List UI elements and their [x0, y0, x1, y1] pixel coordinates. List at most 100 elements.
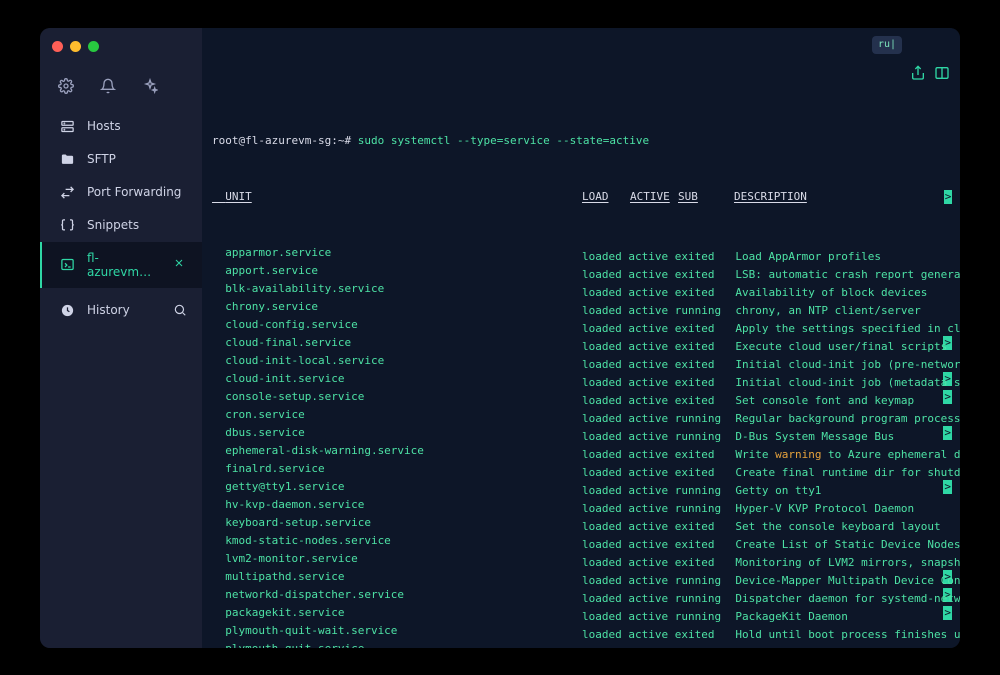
sub-cell: running [675, 430, 729, 444]
desc-cell: Load AppArmor profiles [729, 250, 881, 263]
active-cell: active [628, 484, 674, 497]
sub-cell: exited [675, 250, 729, 264]
desc-cell: Dispatcher daemon for systemd-network [729, 592, 960, 605]
unit-cell: lvm2-monitor.service [212, 552, 582, 566]
service-row: cloud-final.serviceloaded active exited … [212, 336, 952, 354]
sidebar-item-label: fl-azurevm… [87, 251, 161, 279]
desc-cell: PackageKit Daemon [729, 610, 848, 623]
sidebar-item-label: Hosts [87, 119, 121, 133]
unit-cell: chrony.service [212, 300, 582, 314]
sub-cell: running [675, 610, 729, 624]
sidebar-item-hosts[interactable]: Hosts [40, 110, 202, 143]
warning-text: warning [775, 448, 821, 461]
sparkle-icon[interactable] [142, 78, 158, 94]
desc-cell: Terminate Plymouth Boot Screen [729, 646, 934, 648]
unit-cell: ephemeral-disk-warning.service [212, 444, 582, 458]
active-cell: active [628, 286, 674, 299]
service-row: cron.serviceloaded active running Regula… [212, 408, 952, 426]
load-cell: loaded [582, 322, 628, 335]
service-row: apport.serviceloaded active exited LSB: … [212, 264, 952, 282]
truncation-indicator: > [943, 390, 952, 404]
load-cell: loaded [582, 520, 628, 533]
active-cell: active [628, 628, 674, 641]
active-cell: active [628, 268, 674, 281]
close-tab-icon[interactable] [173, 257, 188, 272]
desc-cell: LSB: automatic crash report generation [729, 268, 960, 281]
service-row: lvm2-monitor.serviceloaded active exited… [212, 552, 952, 570]
service-row: kmod-static-nodes.serviceloaded active e… [212, 534, 952, 552]
sub-cell: exited [675, 466, 729, 480]
desc-cell: Device-Mapper Multipath Device Contro [729, 574, 960, 587]
sub-cell: exited [675, 340, 729, 354]
active-cell: active [628, 538, 674, 551]
folder-icon [60, 152, 75, 167]
sub-cell: exited [675, 538, 729, 552]
close-window-button[interactable] [52, 41, 63, 52]
search-icon[interactable] [173, 303, 188, 318]
active-cell: active [628, 556, 674, 569]
load-cell: loaded [582, 358, 628, 371]
sub-cell: exited [675, 286, 729, 300]
desc-cell: Set the console keyboard layout [729, 520, 941, 533]
command: sudo systemctl --type=service --state=ac… [358, 134, 649, 147]
maximize-window-button[interactable] [88, 41, 99, 52]
locale-badge[interactable]: ru| [872, 36, 902, 54]
share-icon[interactable] [910, 37, 926, 53]
load-cell: loaded [582, 646, 628, 648]
service-row: multipathd.serviceloaded active running … [212, 570, 952, 588]
hosts-icon [60, 119, 75, 134]
sidebar-item-port-forwarding[interactable]: Port Forwarding [40, 176, 202, 209]
active-cell: active [628, 646, 674, 648]
col-desc: DESCRIPTION [734, 190, 807, 203]
split-pane-icon[interactable] [934, 37, 950, 53]
sub-cell: exited [675, 268, 729, 282]
prompt: root@fl-azurevm-sg:~# [212, 134, 351, 147]
col-active: ACTIVE [630, 190, 678, 204]
sidebar-item-label: SFTP [87, 152, 116, 166]
unit-cell: apparmor.service [212, 246, 582, 260]
load-cell: loaded [582, 484, 628, 497]
load-cell: loaded [582, 340, 628, 353]
desc-cell: Availability of block devices [729, 286, 928, 299]
truncation-indicator: > [943, 606, 952, 620]
unit-cell: cloud-config.service [212, 318, 582, 332]
desc-cell: Write warning to Azure ephemeral disk [729, 448, 960, 461]
load-cell: loaded [582, 268, 628, 281]
active-cell: active [628, 358, 674, 371]
unit-cell: dbus.service [212, 426, 582, 440]
sidebar-item-history[interactable]: History [40, 294, 202, 327]
gear-icon[interactable] [58, 78, 74, 94]
terminal-icon [60, 257, 75, 272]
unit-cell: cloud-init-local.service [212, 354, 582, 368]
service-row: plymouth-quit.serviceloaded active exite… [212, 642, 952, 648]
load-cell: loaded [582, 448, 628, 461]
load-cell: loaded [582, 574, 628, 587]
sidebar-item-snippets[interactable]: Snippets [40, 209, 202, 242]
active-cell: active [628, 592, 674, 605]
load-cell: loaded [582, 376, 628, 389]
sub-cell: running [675, 592, 729, 606]
col-unit: UNIT [225, 190, 252, 203]
service-row: ephemeral-disk-warning.serviceloaded act… [212, 444, 952, 462]
unit-cell: blk-availability.service [212, 282, 582, 296]
desc-cell: Hyper-V KVP Protocol Daemon [729, 502, 914, 515]
sidebar-item-active-host[interactable]: fl-azurevm… [40, 242, 202, 288]
service-row: console-setup.serviceloaded active exite… [212, 390, 952, 408]
sub-cell: exited [675, 394, 729, 408]
active-cell: active [628, 340, 674, 353]
scroll-indicator: > [944, 190, 952, 204]
bell-icon[interactable] [100, 78, 116, 94]
load-cell: loaded [582, 250, 628, 263]
minimize-window-button[interactable] [70, 41, 81, 52]
sidebar-item-label: History [87, 303, 130, 317]
sub-cell: exited [675, 376, 729, 390]
desc-cell: Create final runtime dir for shutdown [729, 466, 960, 479]
load-cell: loaded [582, 556, 628, 569]
sidebar-item-sftp[interactable]: SFTP [40, 143, 202, 176]
active-cell: active [628, 448, 674, 461]
terminal-pane[interactable]: ru| root@fl-azurevm-sg:~# sudo systemctl… [202, 28, 960, 648]
service-row: plymouth-quit-wait.serviceloaded active … [212, 624, 952, 642]
unit-cell: multipathd.service [212, 570, 582, 584]
service-row: apparmor.serviceloaded active exited Loa… [212, 246, 952, 264]
unit-cell: keyboard-setup.service [212, 516, 582, 530]
